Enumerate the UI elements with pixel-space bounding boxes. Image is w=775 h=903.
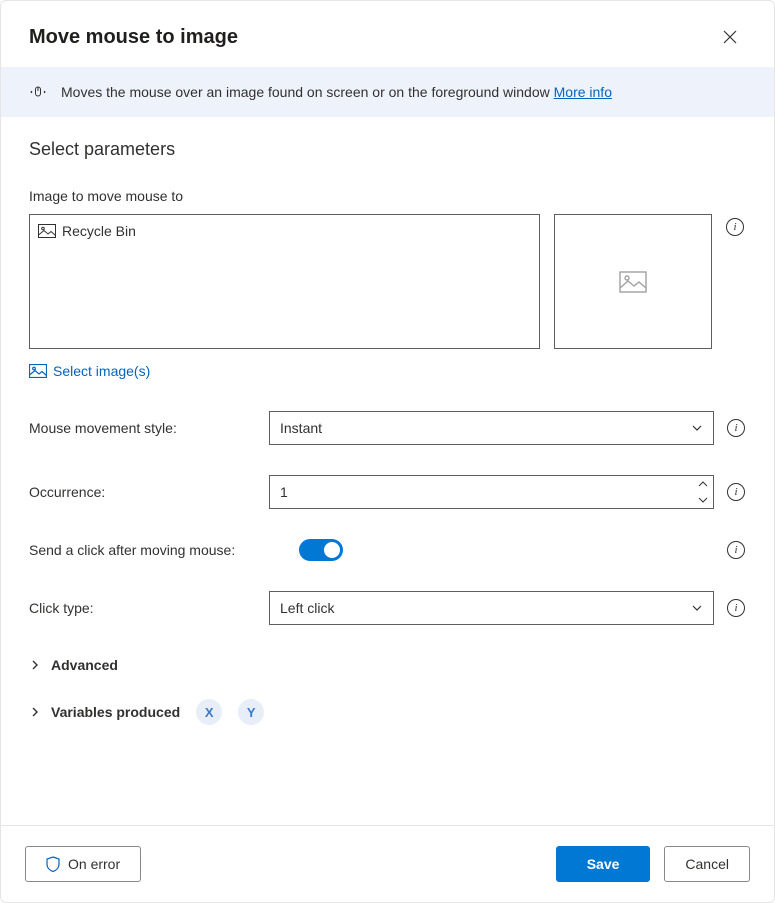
cancel-button[interactable]: Cancel (664, 846, 750, 882)
image-list-item[interactable]: Recycle Bin (38, 223, 531, 239)
param-label: Mouse movement style: (29, 420, 257, 436)
advanced-label: Advanced (51, 657, 118, 673)
select-value: Left click (280, 600, 334, 616)
click-type-select[interactable]: Left click (269, 591, 714, 625)
picture-icon (38, 224, 56, 238)
chevron-right-icon (29, 706, 41, 718)
image-info-col: i (726, 214, 746, 236)
spinner-value: 1 (280, 484, 693, 500)
variables-expander[interactable]: Variables produced X Y (29, 699, 746, 725)
param-send-click: Send a click after moving mouse: i (29, 539, 746, 561)
send-click-toggle[interactable] (299, 539, 343, 561)
dialog: Move mouse to image Moves the mouse over… (0, 0, 775, 903)
save-button[interactable]: Save (556, 846, 651, 882)
info-banner: Moves the mouse over an image found on s… (1, 67, 774, 117)
banner-text: Moves the mouse over an image found on s… (61, 84, 554, 100)
param-movement-style: Mouse movement style: Instant i (29, 411, 746, 445)
dialog-body: Select parameters Image to move mouse to… (1, 117, 774, 825)
variable-badge-x[interactable]: X (196, 699, 222, 725)
select-value: Instant (280, 420, 322, 436)
on-error-button[interactable]: On error (25, 846, 141, 882)
cancel-label: Cancel (685, 856, 729, 872)
occurrence-input[interactable]: 1 (269, 475, 714, 509)
spinner-up[interactable] (693, 476, 713, 492)
more-info-link[interactable]: More info (554, 84, 612, 100)
param-label: Click type: (29, 600, 257, 616)
section-title: Select parameters (29, 139, 746, 160)
chevron-right-icon (29, 659, 41, 671)
select-images-link[interactable]: Select image(s) (29, 363, 150, 379)
variables-label: Variables produced (51, 704, 180, 720)
picture-placeholder-icon (619, 271, 647, 293)
param-click-type: Click type: Left click i (29, 591, 746, 625)
info-icon[interactable]: i (727, 419, 745, 437)
param-label: Send a click after moving mouse: (29, 542, 287, 558)
image-row: Recycle Bin i (29, 214, 746, 349)
select-images-label: Select image(s) (53, 363, 150, 379)
chevron-down-icon (691, 602, 703, 614)
save-label: Save (587, 856, 620, 872)
image-field-label: Image to move mouse to (29, 188, 746, 204)
image-preview (554, 214, 712, 349)
close-icon (723, 30, 737, 44)
advanced-expander[interactable]: Advanced (29, 657, 746, 673)
info-icon[interactable]: i (727, 483, 745, 501)
chevron-down-icon (698, 497, 708, 503)
on-error-label: On error (68, 856, 120, 872)
close-button[interactable] (714, 21, 746, 53)
param-label: Occurrence: (29, 484, 257, 500)
movement-style-select[interactable]: Instant (269, 411, 714, 445)
variable-badge-y[interactable]: Y (238, 699, 264, 725)
move-mouse-icon (29, 83, 47, 101)
spinner-buttons (693, 476, 713, 508)
shield-icon (46, 856, 60, 872)
dialog-title: Move mouse to image (29, 26, 238, 49)
image-item-label: Recycle Bin (62, 223, 136, 239)
info-icon[interactable]: i (727, 541, 745, 559)
dialog-footer: On error Save Cancel (1, 825, 774, 902)
image-list[interactable]: Recycle Bin (29, 214, 540, 349)
param-occurrence: Occurrence: 1 i (29, 475, 746, 509)
footer-right: Save Cancel (556, 846, 750, 882)
info-icon[interactable]: i (727, 599, 745, 617)
spinner-down[interactable] (693, 492, 713, 508)
chevron-up-icon (698, 481, 708, 487)
info-icon[interactable]: i (726, 218, 744, 236)
banner-text-wrap: Moves the mouse over an image found on s… (61, 84, 612, 100)
chevron-down-icon (691, 422, 703, 434)
dialog-header: Move mouse to image (1, 1, 774, 67)
picture-icon (29, 364, 47, 378)
